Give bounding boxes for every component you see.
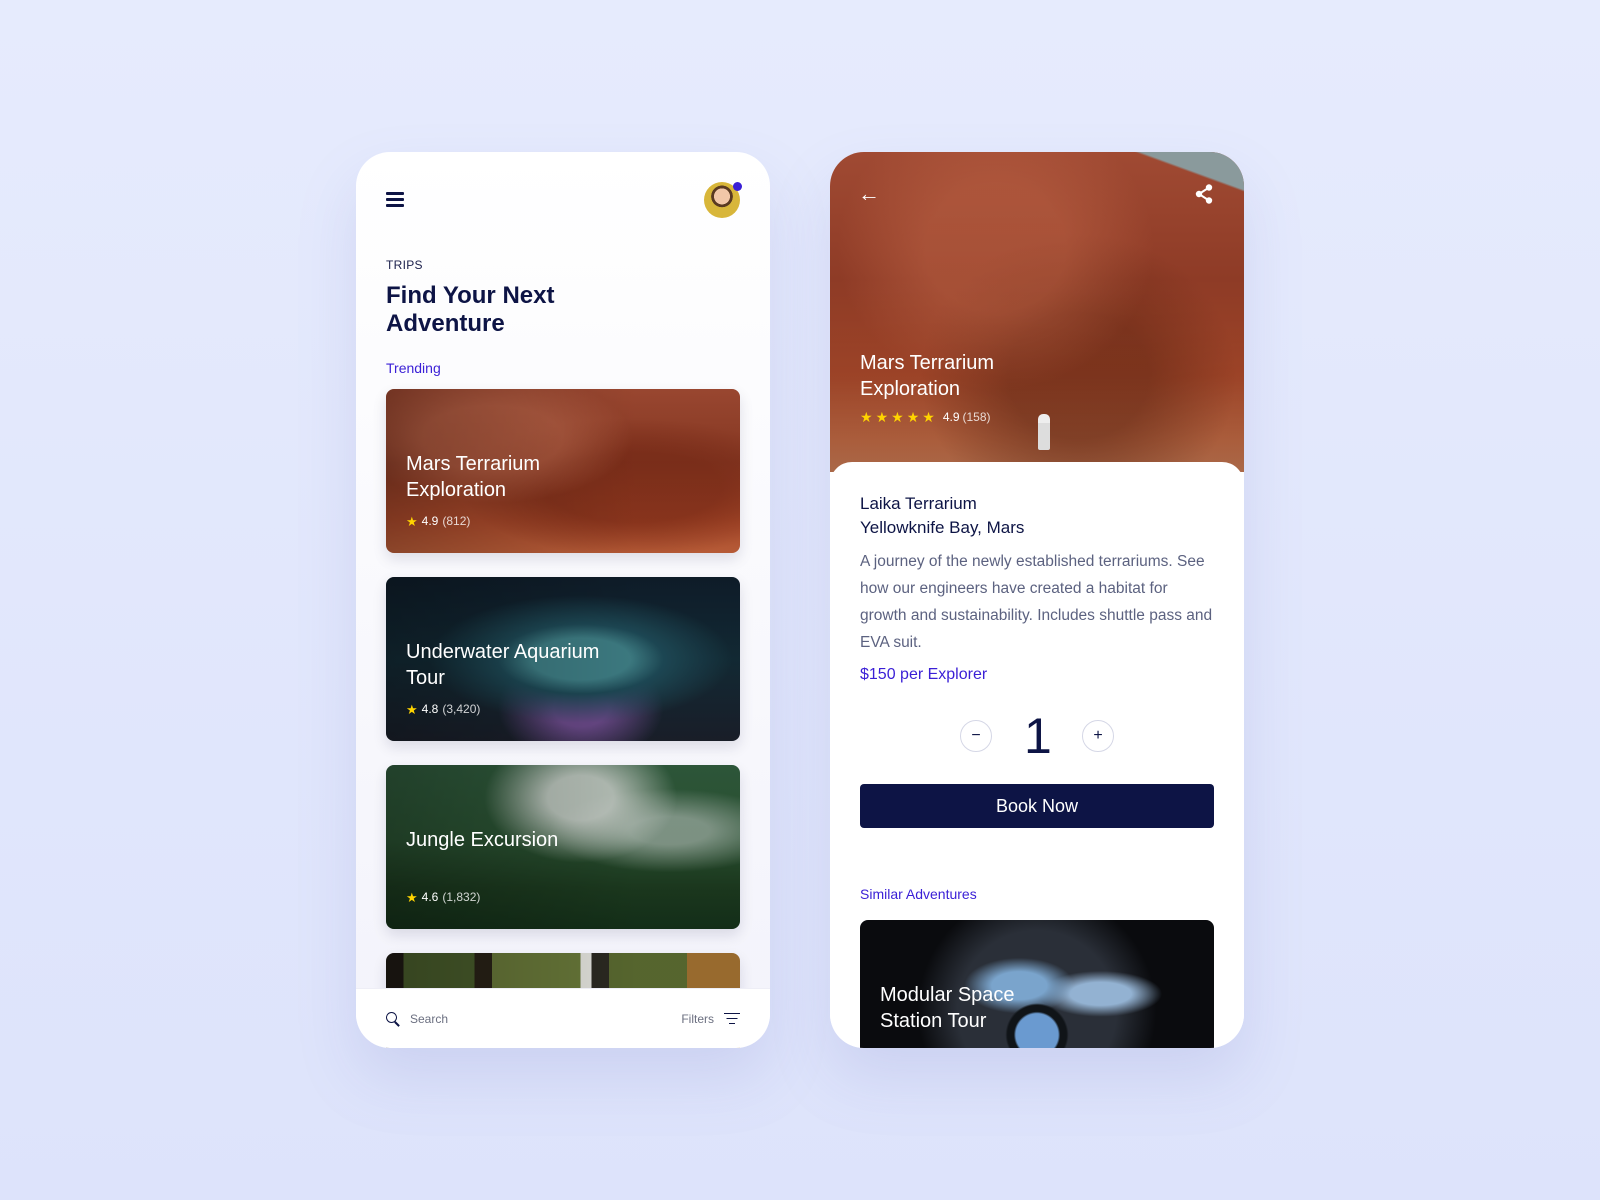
- trending-label: Trending: [386, 360, 441, 376]
- quantity-stepper: − 1 +: [860, 708, 1214, 764]
- search-field[interactable]: [386, 1011, 610, 1026]
- filters-button[interactable]: Filters: [681, 1012, 740, 1026]
- trip-card-mars[interactable]: Mars Terrarium Exploration ★ 4.9 (812): [386, 389, 740, 553]
- hero-title: Mars Terrarium Exploration: [860, 352, 995, 400]
- user-avatar[interactable]: [704, 182, 742, 218]
- rating-value: 4.8: [421, 702, 439, 716]
- card-title: Jungle Excursion: [406, 829, 559, 851]
- price-label: $150 per Explorer: [860, 666, 988, 683]
- increment-button[interactable]: +: [1082, 720, 1114, 752]
- card-title: Modular Space Station Tour: [880, 984, 1015, 1032]
- place-name: Laika Terrarium Yellowknife Bay, Mars: [860, 492, 1214, 540]
- star-icon: ★: [891, 409, 904, 425]
- similar-adventures-label: Similar Adventures: [860, 886, 977, 902]
- search-input[interactable]: [410, 1011, 610, 1026]
- place-location: Yellowknife Bay, Mars: [860, 518, 1025, 537]
- card-rating: ★ 4.9 (812): [406, 514, 470, 528]
- card-title: Underwater Aquarium Tour: [406, 641, 600, 689]
- hero-rating: ★ ★ ★ ★ ★ 4.9 (158): [860, 410, 991, 424]
- star-icon: ★: [906, 409, 920, 425]
- book-now-button[interactable]: Book Now: [860, 784, 1214, 828]
- card-rating: ★ 4.6 (1,832): [406, 890, 480, 904]
- rating-value: 4.9: [942, 410, 960, 424]
- star-icon: ★: [922, 409, 935, 425]
- detail-screen: ← Mars Terrarium Exploration ★ ★ ★ ★ ★ 4…: [830, 152, 1244, 1048]
- trips-screen: TRIPS Find Your Next Adventure Trending …: [356, 152, 770, 1048]
- search-icon: [386, 1011, 400, 1026]
- trip-card-jungle[interactable]: Jungle Excursion ★ 4.6 (1,832): [386, 765, 740, 929]
- share-icon[interactable]: [1192, 182, 1216, 206]
- astronaut-figure: [1038, 414, 1050, 450]
- review-count: (158): [962, 410, 991, 424]
- place-name-line1: Laika Terrarium: [860, 494, 977, 513]
- quantity-value: 1: [1024, 708, 1052, 764]
- trip-card-aquarium[interactable]: Underwater Aquarium Tour ★ 4.8 (3,420): [386, 577, 740, 741]
- card-rating: ★ 4.8 (3,420): [406, 702, 480, 716]
- bottom-bar: Filters: [356, 988, 770, 1048]
- decrement-button[interactable]: −: [960, 720, 992, 752]
- star-icon: ★: [875, 409, 889, 425]
- notification-dot: [733, 182, 742, 191]
- review-count: (3,420): [442, 702, 481, 716]
- star-icon: ★: [406, 889, 418, 905]
- star-icon: ★: [406, 513, 418, 529]
- rating-value: 4.6: [421, 890, 439, 904]
- review-count: (812): [442, 514, 471, 528]
- card-title: Mars Terrarium Exploration: [406, 453, 541, 501]
- detail-panel: Laika Terrarium Yellowknife Bay, Mars A …: [830, 462, 1244, 1048]
- trip-description: A journey of the newly established terra…: [860, 553, 1213, 651]
- review-count: (1,832): [442, 890, 481, 904]
- section-eyebrow: TRIPS: [386, 258, 423, 272]
- hero-image: ← Mars Terrarium Exploration ★ ★ ★ ★ ★ 4…: [830, 152, 1244, 472]
- star-icon: ★: [406, 701, 418, 717]
- hamburger-menu-icon[interactable]: [386, 192, 408, 210]
- filter-icon: [724, 1012, 740, 1025]
- page-title: Find Your Next Adventure: [386, 282, 555, 337]
- rating-value: 4.9: [421, 514, 439, 528]
- back-arrow-icon[interactable]: ←: [858, 182, 882, 206]
- similar-card-space-station[interactable]: Modular Space Station Tour: [860, 920, 1214, 1048]
- filters-label: Filters: [681, 1011, 714, 1026]
- star-icon: ★: [860, 409, 873, 425]
